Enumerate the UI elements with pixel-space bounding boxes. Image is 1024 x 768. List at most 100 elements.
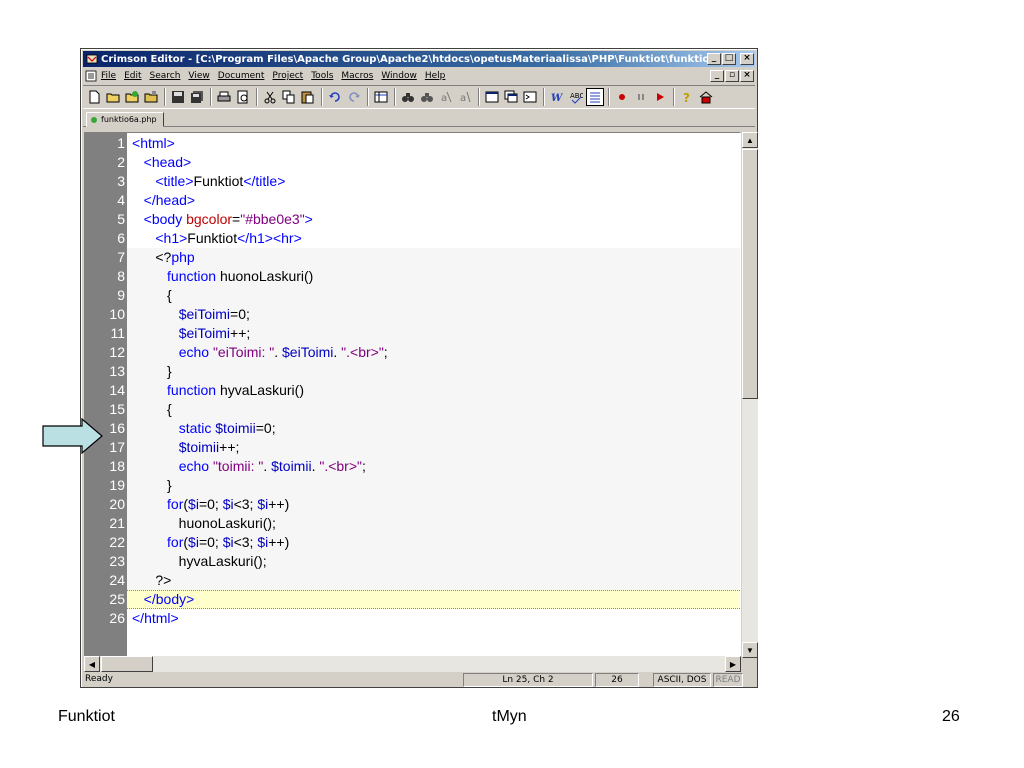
undo-icon[interactable] [326, 88, 344, 106]
code-line[interactable]: 24 ?> [85, 571, 740, 590]
line-numbers-icon[interactable] [586, 88, 604, 106]
code-line[interactable]: 22 for($i=0; $i<3; $i++) [85, 533, 740, 552]
code-editor[interactable]: 1 <html> 2 <head> 3 <title>Funktiot</title>… [84, 132, 741, 658]
code-line[interactable]: 9 { [85, 286, 740, 305]
code-token: huonoLaskuri() [216, 268, 314, 284]
code-token: ++; [230, 325, 251, 341]
code-line[interactable]: 23 hyvaLaskuri(); [85, 552, 740, 571]
code-text: <head> [132, 153, 192, 172]
open-remote-icon[interactable] [123, 88, 141, 106]
menu-macros[interactable]: Macros [341, 71, 373, 81]
code-token: < [272, 230, 282, 246]
menu-search[interactable]: Search [150, 71, 181, 81]
code-line[interactable]: 21 huonoLaskuri(); [85, 514, 740, 533]
code-line[interactable]: 7 <?php [85, 248, 740, 267]
code-line[interactable]: 13 } [85, 362, 740, 381]
help-icon[interactable]: ? [678, 88, 696, 106]
horizontal-scrollbar[interactable]: ◀ ▶ [84, 656, 741, 672]
code-token: <? [155, 249, 172, 265]
menu-tools[interactable]: Tools [311, 71, 333, 81]
menu-window[interactable]: Window [381, 71, 417, 81]
column-mode-icon[interactable] [372, 88, 390, 106]
copy-icon[interactable] [280, 88, 298, 106]
play-macro-icon[interactable] [651, 88, 669, 106]
code-line[interactable]: 6 <h1>Funktiot</h1><hr> [85, 229, 740, 248]
vertical-scroll-thumb[interactable] [742, 149, 758, 399]
horizontal-scroll-thumb[interactable] [101, 656, 153, 672]
code-line[interactable]: 17 $toimii++; [85, 438, 740, 457]
tab-funktio6a[interactable]: funktio6a.php [86, 112, 164, 127]
menu-view[interactable]: View [188, 71, 209, 81]
find-icon[interactable] [399, 88, 417, 106]
code-line[interactable]: 8 function huonoLaskuri() [85, 267, 740, 286]
word-wrap-icon[interactable]: W [548, 88, 566, 106]
doc-close-button[interactable]: × [740, 70, 754, 82]
menu-project[interactable]: Project [272, 71, 303, 81]
spell-check-icon[interactable]: ABC [567, 88, 585, 106]
code-line[interactable]: 5 <body bgcolor="#bbe0e3"> [85, 210, 740, 229]
print-icon[interactable] [215, 88, 233, 106]
document-icon[interactable] [85, 70, 97, 82]
code-line[interactable]: 12 echo "eiToimi: ". $eiToimi. ".<br>"; [85, 343, 740, 362]
menu-document[interactable]: Document [218, 71, 265, 81]
code-line[interactable]: 14 function hyvaLaskuri() [85, 381, 740, 400]
scroll-down-icon[interactable]: ▼ [742, 642, 758, 658]
code-line[interactable]: 19 } [85, 476, 740, 495]
code-text: </head> [132, 191, 195, 210]
code-line[interactable]: 10 $eiToimi=0; [85, 305, 740, 324]
open-project-icon[interactable] [142, 88, 160, 106]
menu-help[interactable]: Help [425, 71, 446, 81]
scroll-left-icon[interactable]: ◀ [84, 656, 100, 672]
find-next-icon[interactable] [418, 88, 436, 106]
maximize-button[interactable]: □ [722, 53, 736, 65]
code-token: ++) [268, 496, 290, 512]
code-token: > [293, 230, 302, 246]
code-token: } [132, 477, 172, 493]
menu-edit[interactable]: Edit [124, 71, 141, 81]
code-line[interactable]: 25 </body> [85, 590, 740, 609]
home-icon[interactable] [697, 88, 715, 106]
line-number: 14 [109, 382, 125, 398]
title-bar[interactable]: Crimson Editor - [C:\Program Files\Apach… [83, 51, 755, 67]
code-token: static [178, 420, 216, 436]
code-line[interactable]: 16 static $toimii=0; [85, 419, 740, 438]
code-token: =0; [255, 420, 276, 436]
code-token: $toimii [215, 420, 256, 436]
code-line[interactable]: 15 { [85, 400, 740, 419]
menu-file[interactable]: File [101, 71, 116, 81]
code-line[interactable]: 1 <html> [85, 134, 740, 153]
code-line[interactable]: 2 <head> [85, 153, 740, 172]
redo-icon[interactable] [345, 88, 363, 106]
code-line[interactable]: 3 <title>Funktiot</title> [85, 172, 740, 191]
window-cascade-icon[interactable] [502, 88, 520, 106]
vertical-scrollbar[interactable]: ▲ ▼ [742, 132, 758, 658]
open-folder-icon[interactable] [104, 88, 122, 106]
code-line[interactable]: 18 echo "toimii: ". $toimii. ".<br>"; [85, 457, 740, 476]
code-token: > [183, 154, 192, 170]
pause-macro-icon[interactable] [632, 88, 650, 106]
doc-restore-button[interactable]: ▫ [725, 70, 739, 82]
save-icon[interactable] [169, 88, 187, 106]
print-preview-icon[interactable] [234, 88, 252, 106]
code-line[interactable]: 26 </html> [85, 609, 740, 628]
scroll-right-icon[interactable]: ▶ [725, 656, 741, 672]
paste-icon[interactable] [299, 88, 317, 106]
new-file-icon[interactable] [85, 88, 103, 106]
close-button[interactable]: × [740, 53, 754, 65]
replace-icon[interactable]: a [437, 88, 455, 106]
footer-topic: Funktiot [58, 708, 115, 725]
code-line[interactable]: 4 </head> [85, 191, 740, 210]
window-tile-icon[interactable] [483, 88, 501, 106]
scroll-up-icon[interactable]: ▲ [742, 132, 758, 148]
cut-icon[interactable] [261, 88, 279, 106]
minimize-button[interactable]: _ [707, 53, 721, 65]
terminal-icon[interactable] [521, 88, 539, 106]
replace-next-icon[interactable]: a [456, 88, 474, 106]
save-all-icon[interactable] [188, 88, 206, 106]
code-line[interactable]: 20 for($i=0; $i<3; $i++) [85, 495, 740, 514]
code-line[interactable]: 11 $eiToimi++; [85, 324, 740, 343]
doc-minimize-button[interactable]: _ [710, 70, 724, 82]
record-macro-icon[interactable] [613, 88, 631, 106]
